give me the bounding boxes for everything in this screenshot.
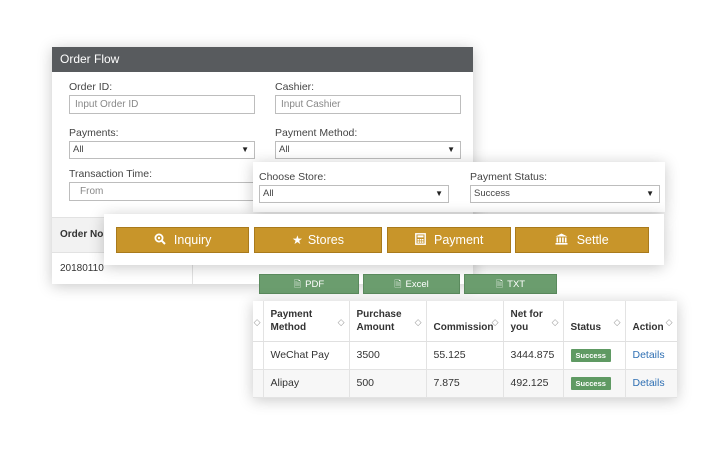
table-cell-net: 492.125	[503, 369, 564, 398]
dropdown-arrow-icon: ▼	[435, 189, 443, 198]
payment-method-label: Payment Method:	[275, 127, 358, 139]
table-header-status[interactable]: Status ◇	[563, 301, 626, 342]
table-cell-action: Details	[625, 341, 677, 370]
transactions-table: ◇ Payment Method ◇ Purchase Amount ◇ Commi…	[253, 301, 677, 398]
search-icon	[154, 233, 169, 247]
file-text-icon: 🗎	[495, 279, 504, 289]
dropdown-arrow-icon: ▼	[646, 189, 654, 198]
table-cell-commission: 55.125	[426, 341, 504, 370]
sort-icon: ◇	[414, 317, 422, 327]
status-badge: Success	[570, 348, 611, 362]
export-txt-label: TXT	[507, 279, 526, 290]
sort-icon: ◇	[665, 317, 673, 327]
file-icon: 🗎	[293, 279, 302, 289]
payment-status-select[interactable]: Success ▼	[470, 185, 660, 203]
table-cell-status: Success	[563, 341, 626, 370]
table-cell-net: 3444.875	[503, 341, 564, 370]
table-header-payment-method[interactable]: Payment Method ◇	[263, 301, 350, 342]
status-badge: Success	[570, 376, 611, 390]
sort-icon: ◇	[491, 317, 499, 327]
table-cell	[253, 341, 264, 370]
settle-label: Settle	[576, 233, 609, 247]
table-header-commission[interactable]: Commission ◇	[426, 301, 504, 342]
table-row: Alipay 500 7.875 492.125 Success Details	[253, 369, 677, 398]
table-header-row: ◇ Payment Method ◇ Purchase Amount ◇ Commi…	[253, 301, 677, 342]
table-row: WeChat Pay 3500 55.125 3444.875 Success …	[253, 341, 677, 370]
sort-icon: ◇	[613, 317, 621, 327]
payment-label: Payment	[434, 233, 484, 247]
table-cell-commission: 7.875	[426, 369, 504, 398]
cashier-input[interactable]: Input Cashier	[275, 95, 461, 114]
action-buttons-panel: Inquiry ★ Stores Payment Settle	[104, 214, 664, 265]
table-cell-method: Alipay	[263, 369, 350, 398]
transactions-table-panel: ◇ Payment Method ◇ Purchase Amount ◇ Commi…	[253, 301, 677, 398]
export-excel-label: Excel	[405, 279, 429, 290]
payment-method-select[interactable]: All ▼	[275, 141, 461, 159]
order-id-label: Order ID:	[69, 81, 113, 93]
inquiry-label: Inquiry	[173, 233, 212, 247]
table-cell-amount: 500	[349, 369, 427, 398]
details-link[interactable]: Details	[633, 377, 665, 389]
table-cell-status: Success	[563, 369, 626, 398]
payments-label: Payments:	[69, 127, 119, 139]
dropdown-arrow-icon: ▼	[241, 145, 249, 154]
choose-store-value: All	[263, 188, 274, 199]
export-pdf-button[interactable]: 🗎 PDF	[259, 274, 359, 294]
sort-icon: ◇	[551, 317, 559, 327]
file-excel-icon: 🗎	[394, 279, 402, 289]
export-txt-button[interactable]: 🗎 TXT	[464, 274, 557, 294]
bank-icon	[555, 233, 571, 247]
order-id-input[interactable]: Input Order ID	[69, 95, 255, 114]
choose-store-select[interactable]: All ▼	[259, 185, 449, 203]
inquiry-button[interactable]: Inquiry	[116, 227, 249, 253]
transaction-time-label: Transaction Time:	[69, 168, 153, 180]
export-excel-button[interactable]: 🗎 Excel	[363, 274, 460, 294]
cashier-label: Cashier:	[275, 81, 315, 93]
payments-value: All	[73, 144, 84, 155]
calculator-icon	[414, 233, 429, 247]
star-icon: ★	[292, 233, 303, 247]
choose-store-label: Choose Store:	[259, 171, 327, 183]
table-header-net[interactable]: Net for you ◇	[503, 301, 564, 342]
stores-button[interactable]: ★ Stores	[254, 227, 382, 253]
payment-button[interactable]: Payment	[387, 227, 511, 253]
table-cell	[253, 369, 264, 398]
table-cell-action: Details	[625, 369, 677, 398]
details-link[interactable]: Details	[633, 349, 665, 361]
settle-button[interactable]: Settle	[515, 227, 649, 253]
export-pdf-label: PDF	[305, 279, 325, 290]
table-cell-amount: 3500	[349, 341, 427, 370]
payment-status-value: Success	[474, 188, 510, 199]
panel-title: Order Flow	[52, 47, 473, 72]
table-header-purchase-amount[interactable]: Purchase Amount ◇	[349, 301, 427, 342]
transaction-time-from-input[interactable]: From	[69, 182, 255, 201]
sort-icon: ◇	[337, 317, 345, 327]
payment-status-label: Payment Status:	[470, 171, 548, 183]
filter-panel: Choose Store: All ▼ Payment Status: Succ…	[253, 162, 665, 212]
table-header-cut: ◇	[253, 301, 264, 342]
payment-method-value: All	[279, 144, 290, 155]
table-header-action[interactable]: Action ◇	[625, 301, 677, 342]
stores-label: Stores	[307, 233, 344, 247]
sort-icon[interactable]: ◇	[254, 316, 261, 329]
payments-select[interactable]: All ▼	[69, 141, 255, 159]
table-cell-method: WeChat Pay	[263, 341, 350, 370]
dropdown-arrow-icon: ▼	[447, 145, 455, 154]
